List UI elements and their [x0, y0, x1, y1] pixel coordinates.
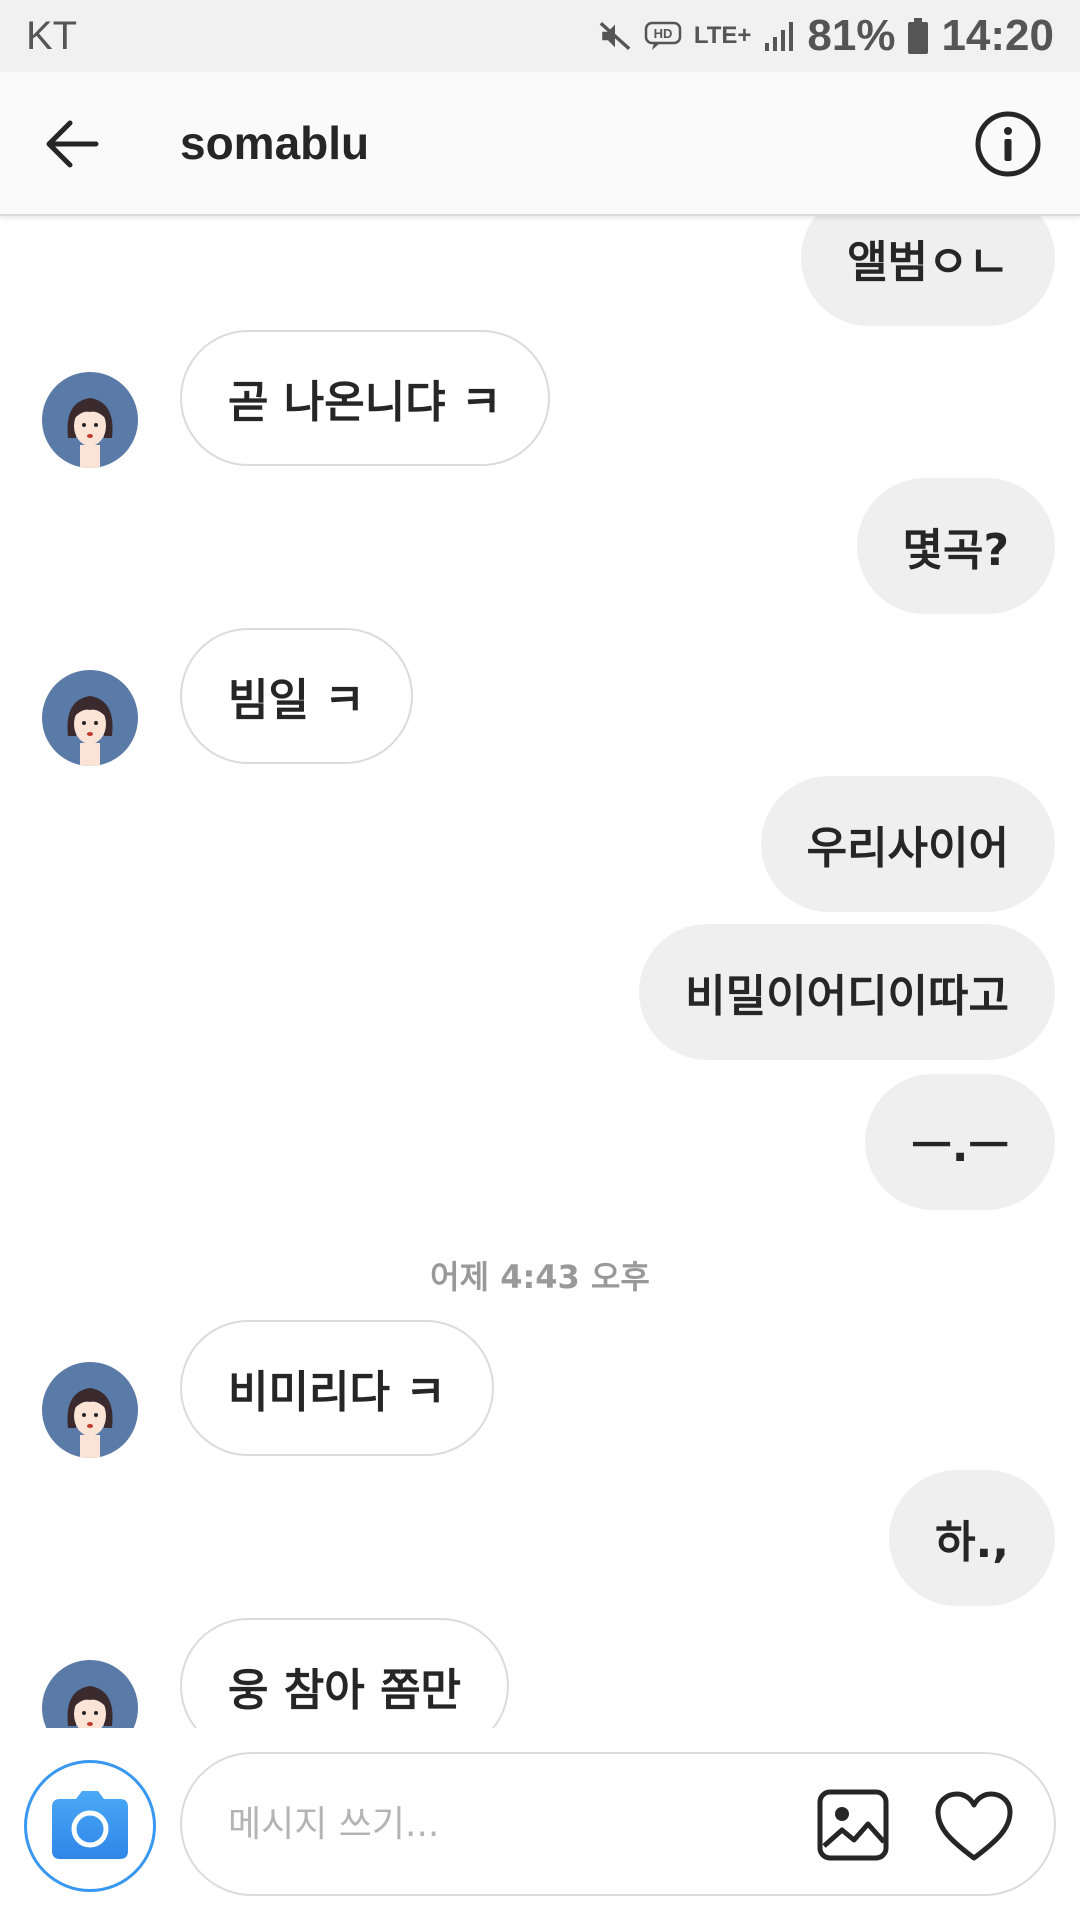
message-timestamp: 어제 4:43 오후: [430, 1258, 650, 1296]
camera-button[interactable]: [24, 1760, 156, 1892]
hd-voice-icon: HD: [644, 20, 682, 52]
gallery-button[interactable]: [816, 1788, 890, 1862]
avatar[interactable]: [42, 670, 138, 766]
chat-title[interactable]: somablu: [180, 116, 369, 170]
message-field[interactable]: [180, 1752, 1056, 1896]
avatar[interactable]: [42, 1362, 138, 1458]
sent-message[interactable]: 우리사이어: [760, 776, 1055, 912]
lte-plus-icon: LTE+: [693, 22, 752, 49]
image-gallery-icon: [817, 1789, 889, 1861]
clock: 14:20: [941, 11, 1054, 60]
svg-text:HD: HD: [653, 26, 672, 41]
carrier-label: KT: [26, 13, 78, 58]
camera-icon: [52, 1791, 128, 1859]
message-composer: [0, 1728, 1080, 1920]
like-button[interactable]: [934, 1790, 1014, 1864]
message-thread[interactable]: 앨범ㅇㄴ 곧 나온니댜 ㅋ 몇곡? 빔일 ㅋ 우리사이어 비밀이어디이따고 ㅡ.…: [0, 216, 1080, 1728]
received-message[interactable]: 웅 참아 쫌만: [180, 1618, 510, 1728]
status-bar: KT HD LTE+ 81% 14:20: [0, 0, 1080, 72]
avatar-illustration: [67, 696, 113, 766]
sent-message[interactable]: 앨범ㅇㄴ: [801, 216, 1055, 326]
battery-percent: 81%: [807, 11, 896, 60]
received-message[interactable]: 비미리다 ㅋ: [180, 1320, 494, 1456]
received-message[interactable]: 빔일 ㅋ: [180, 628, 413, 764]
received-message[interactable]: 곧 나온니댜 ㅋ: [180, 330, 550, 466]
mute-icon: [598, 19, 632, 53]
avatar[interactable]: [42, 1660, 138, 1728]
avatar[interactable]: [42, 372, 138, 468]
sent-message[interactable]: ㅡ.ㅡ: [865, 1074, 1055, 1210]
message-input[interactable]: [228, 1794, 748, 1854]
avatar-illustration: [67, 398, 113, 468]
sent-message[interactable]: 하.,: [889, 1470, 1055, 1606]
back-arrow-icon: [46, 120, 99, 168]
back-button[interactable]: [40, 114, 104, 174]
camera-button-inner: [34, 1770, 146, 1882]
sent-message[interactable]: 비밀이어디이따고: [639, 924, 1055, 1060]
avatar-illustration: [67, 1388, 113, 1458]
sent-message[interactable]: 몇곡?: [856, 478, 1055, 614]
avatar-illustration: [67, 1686, 113, 1728]
heart-icon: [935, 1791, 1013, 1861]
info-icon: [975, 111, 1041, 177]
signal-icon: [763, 19, 795, 53]
battery-icon: [907, 17, 929, 55]
info-button[interactable]: [974, 110, 1042, 178]
status-icons: HD LTE+ 81% 14:20: [598, 11, 1054, 61]
chat-header: somablu: [0, 72, 1080, 216]
